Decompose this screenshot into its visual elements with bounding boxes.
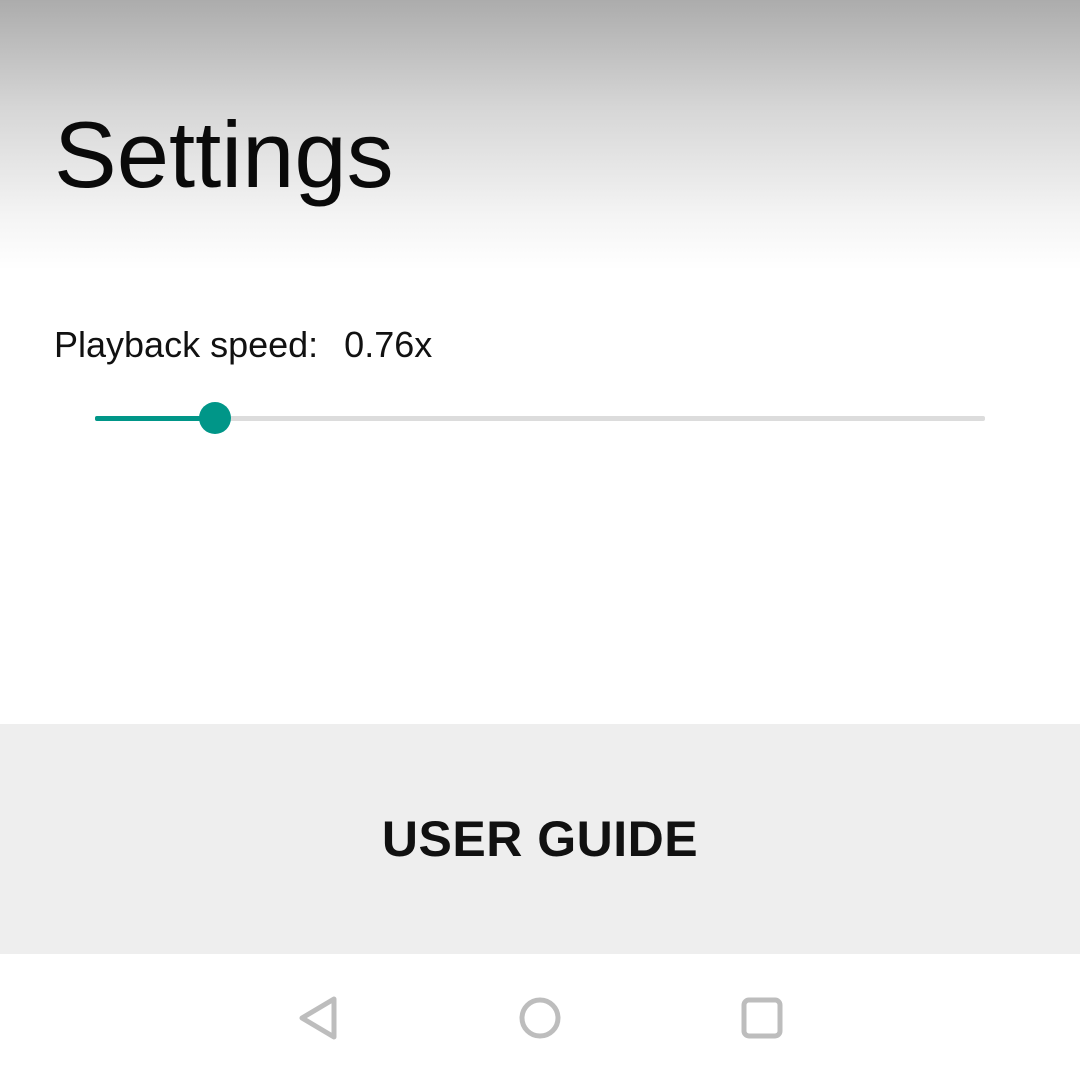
home-icon [519,997,561,1039]
page-title: Settings [54,102,394,207]
back-button[interactable] [294,992,346,1044]
playback-speed-value: 0.76x [344,324,433,365]
back-icon [299,996,337,1040]
header: Settings [0,0,1080,270]
playback-speed-slider[interactable] [95,394,985,442]
navigation-bar [0,954,1080,1080]
home-button[interactable] [514,992,566,1044]
playback-speed-row: Playback speed: 0.76x [54,322,432,368]
settings-screen: Settings Playback speed: 0.76x USER GUID… [0,0,1080,1080]
recents-button[interactable] [736,992,788,1044]
slider-fill [95,416,215,421]
user-guide-button[interactable]: USER GUIDE [0,724,1080,954]
slider-thumb[interactable] [199,402,231,434]
recents-icon [741,997,783,1039]
playback-speed-label: Playback speed: [54,324,319,365]
